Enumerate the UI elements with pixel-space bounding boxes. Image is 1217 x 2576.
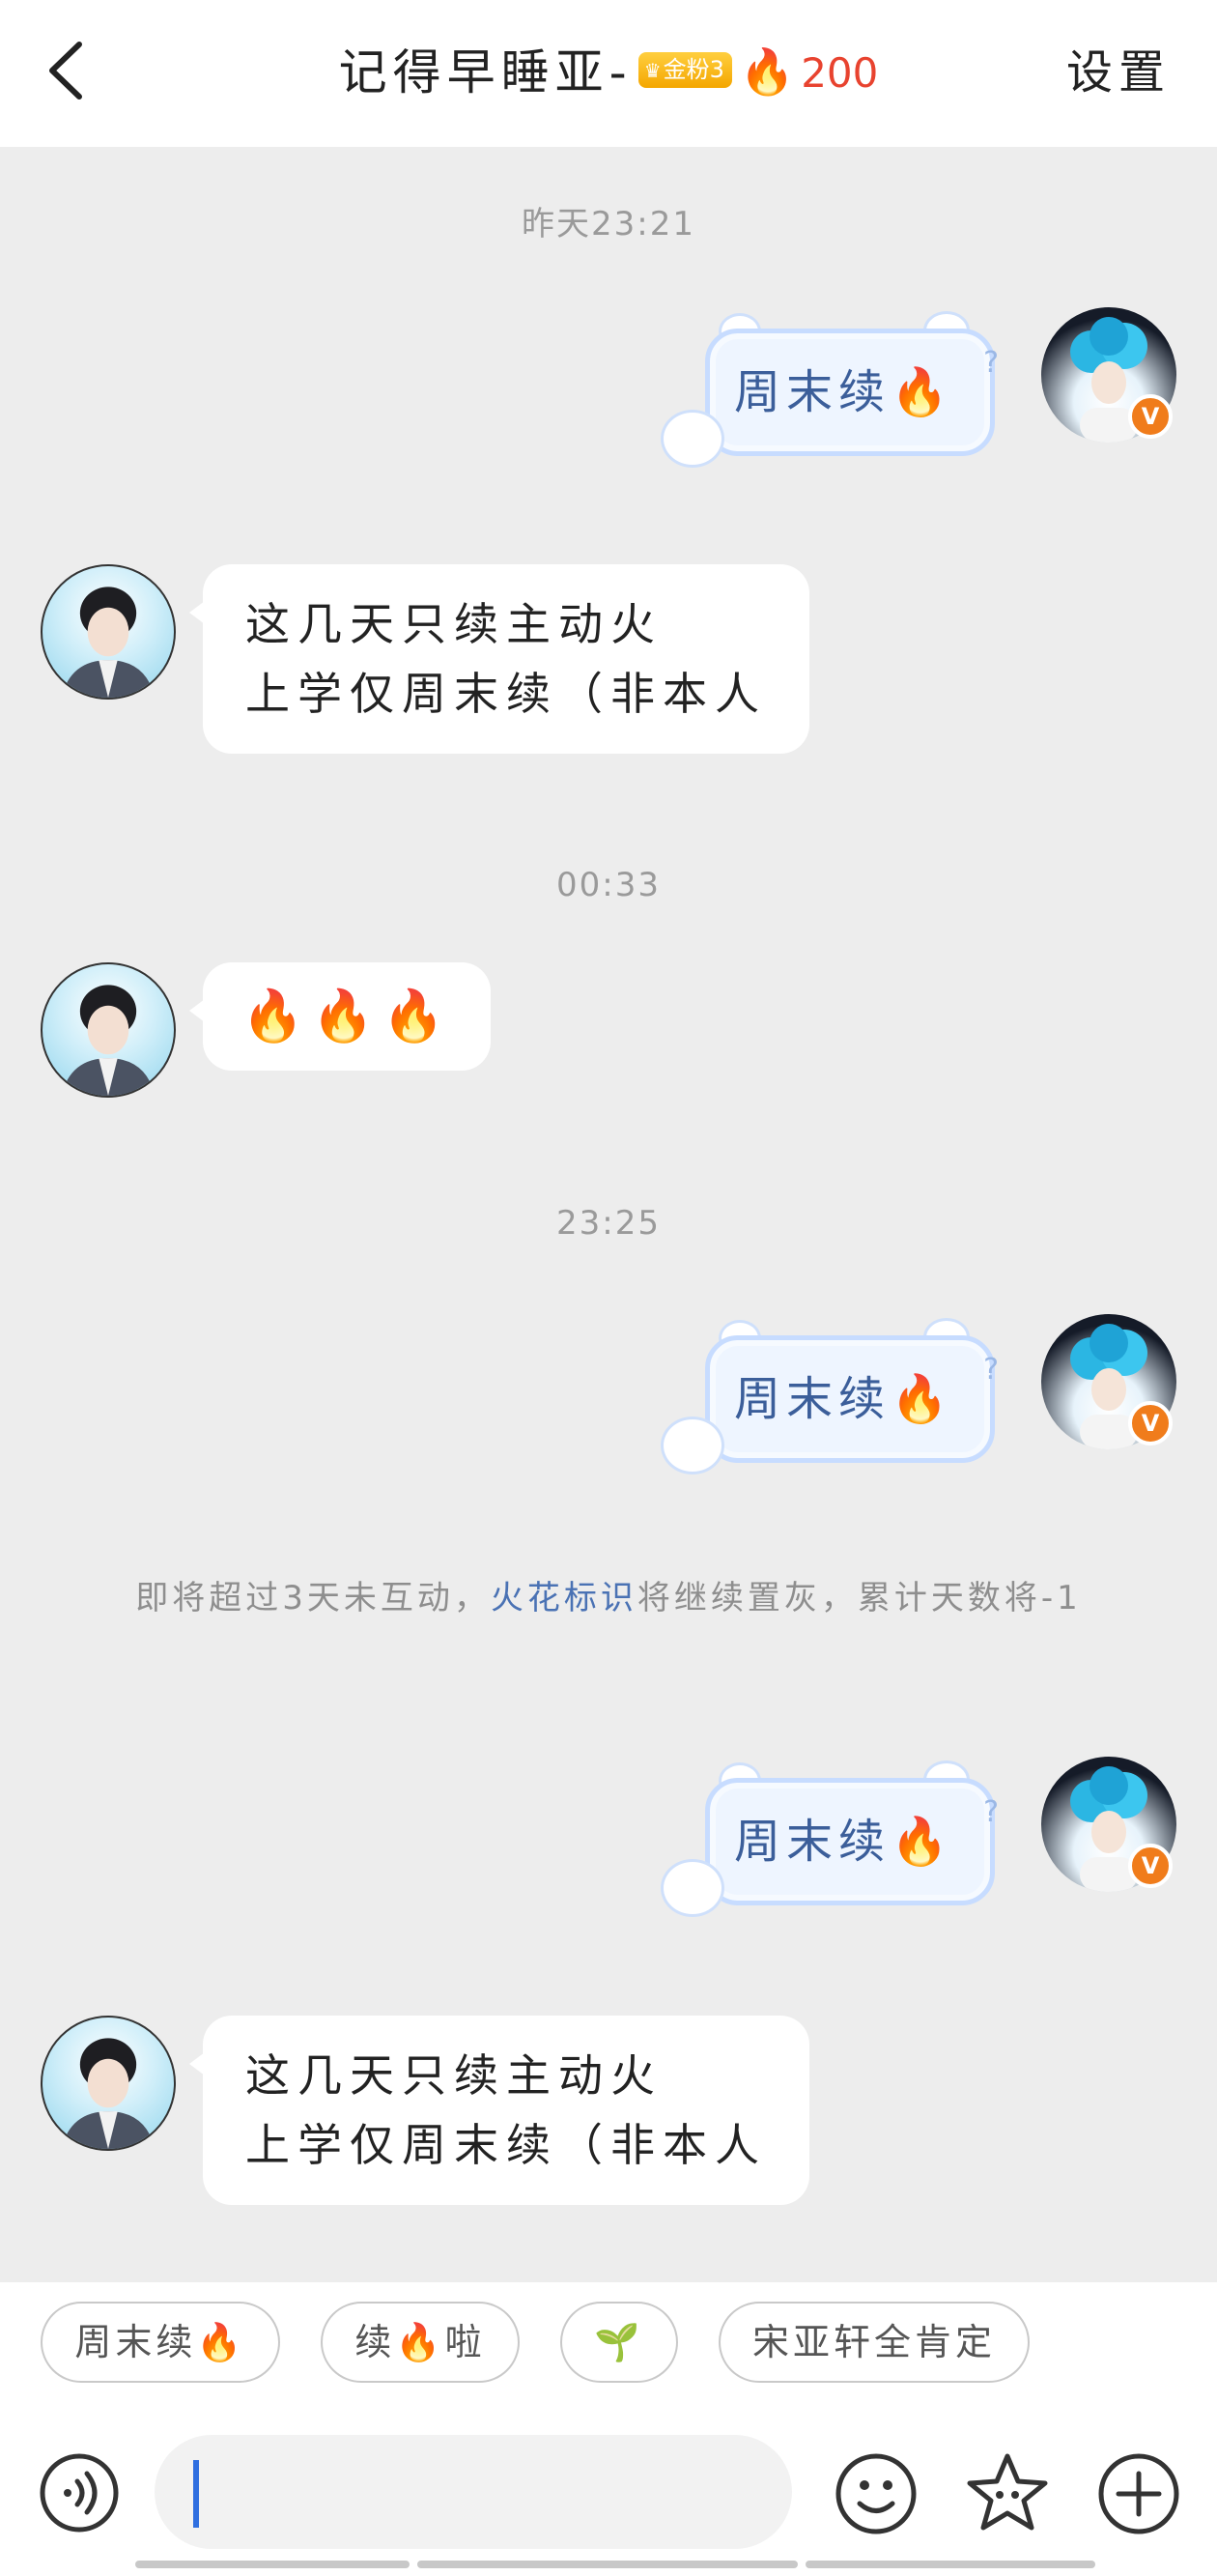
plus-icon [1098,2453,1179,2534]
fire-streak: 🔥 200 [740,45,879,98]
message-line: 上学仅周末续（非本人 [245,2119,767,2171]
settings-button[interactable]: 设置 [1066,39,1171,106]
received-message-bubble[interactable]: 这几天只续主动火 上学仅周末续（非本人 [189,2016,809,2205]
crown-icon: ♛ [643,59,662,82]
timestamp: 23:25 [556,1204,661,1243]
sent-message-bubble[interactable]: ? 周末续🔥 [661,307,999,468]
text-cursor [193,2460,199,2528]
sent-message-bubble[interactable]: ? 周末续🔥 [661,1757,999,1917]
voice-icon [40,2453,119,2533]
cloud-sheep-decoration [661,1417,724,1474]
chat-header: 记得早睡亚- ♛金粉3 🔥 200 设置 [0,0,1217,147]
notice-text: 即将超过3天未互动， [135,1579,491,1617]
verified-badge: V [1128,394,1173,439]
message-line: 这几天只续主动火 [245,598,663,650]
received-message-bubble[interactable]: 🔥🔥🔥 [188,962,492,1071]
star-sticker-icon [967,2453,1048,2531]
verified-badge: V [1128,1401,1173,1445]
bubble-decoration: ? [983,1353,999,1387]
contact-avatar[interactable] [41,564,176,700]
message-text: 🔥🔥🔥 [241,987,453,1045]
sticker-button[interactable] [964,2450,1051,2537]
fire-streak-count: 200 [801,48,879,97]
spark-badge-link[interactable]: 火花标识 [491,1579,637,1617]
timestamp: 00:33 [556,866,661,904]
received-message-bubble[interactable]: 这几天只续主动火 上学仅周末续（非本人 [189,564,809,754]
message-input[interactable] [155,2435,792,2549]
emoji-icon [835,2453,917,2534]
emoji-button[interactable] [833,2450,920,2537]
contact-avatar[interactable] [41,962,176,1098]
quick-reply-chip[interactable]: 🌱 [560,2302,678,2383]
avatar-image [61,587,156,698]
more-button[interactable] [1095,2450,1182,2537]
quick-reply-chip[interactable]: 宋亚轩全肯定 [719,2302,1030,2383]
avatar-image [61,985,156,1096]
cloud-sheep-decoration [661,410,724,468]
bubble-decoration: ? [983,1795,999,1829]
fan-level-text: 金粉3 [663,56,724,83]
chat-title-bar: 记得早睡亚- ♛金粉3 🔥 200 [0,39,1217,111]
home-indicator [806,2561,1095,2568]
voice-button[interactable] [39,2452,120,2533]
notice-text: 将继续置灰，累计天数将-1 [637,1579,1082,1617]
quick-reply-bar: 周末续🔥 续🔥啦 🌱 宋亚轩全肯定 [0,2282,1217,2418]
timestamp: 昨天23:21 [522,205,695,243]
fire-icon: 🔥 [739,44,796,98]
message-text: 周末续🔥 [734,1815,954,1869]
fan-level-badge: ♛金粉3 [637,52,732,88]
chat-title: 记得早睡亚- [338,44,633,100]
spark-warning-notice: 即将超过3天未互动，火花标识将继续置灰，累计天数将-1 [116,1571,1101,1625]
message-input-bar [0,2418,1217,2576]
message-text: 周末续🔥 [734,365,954,419]
contact-avatar[interactable] [41,2016,176,2151]
quick-reply-chip[interactable]: 周末续🔥 [41,2302,280,2383]
avatar-image [61,2038,156,2149]
message-line: 上学仅周末续（非本人 [245,668,767,720]
sent-message-bubble[interactable]: ? 周末续🔥 [661,1314,999,1474]
cloud-sheep-decoration [661,1859,724,1917]
message-line: 这几天只续主动火 [245,2049,663,2102]
quick-reply-chip[interactable]: 续🔥啦 [321,2302,520,2383]
message-text: 周末续🔥 [734,1372,954,1426]
bubble-decoration: ? [983,346,999,380]
verified-badge: V [1128,1844,1173,1888]
home-indicator [135,2561,410,2568]
home-indicator [417,2561,798,2568]
